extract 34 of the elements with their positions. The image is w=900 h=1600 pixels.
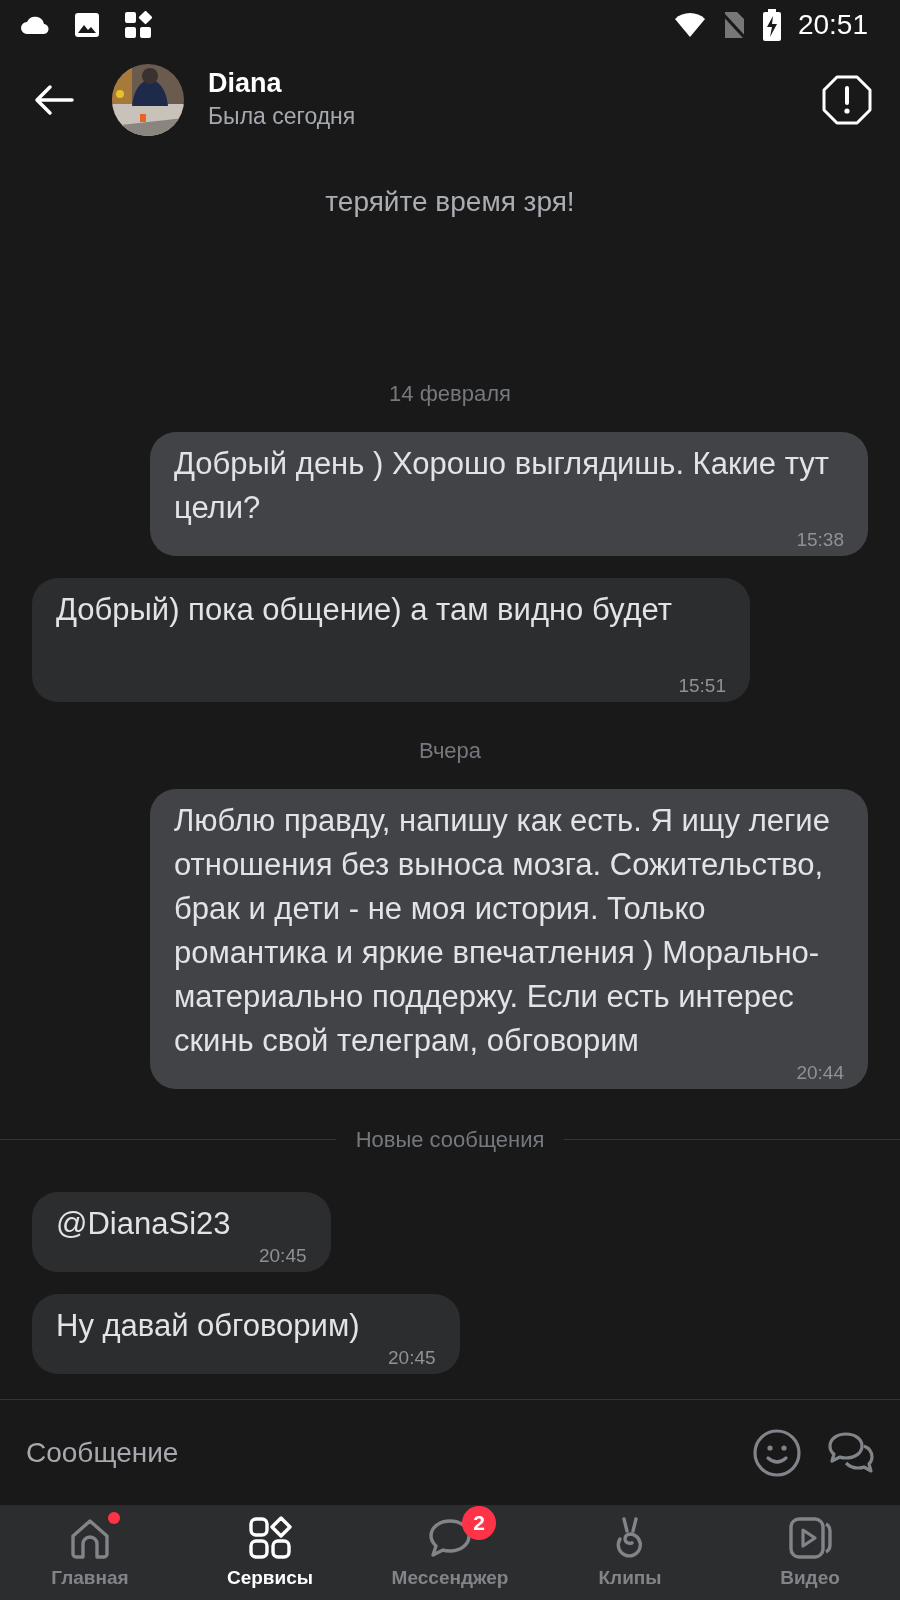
message-input[interactable]: Сообщение — [24, 1430, 728, 1475]
new-messages-divider: Новые сообщения — [0, 1122, 900, 1156]
message-text: Люблю правду, напишу как есть. Я ищу легие отношения без выноса мозга. Сожительство, брак и дети - не моя история. Только романтика и яркие впечатления ) Морально-материально поддержу. Если есть интерес скинь свой телеграм, обговорим — [174, 801, 831, 1060]
message-time: 15:51 — [678, 675, 726, 696]
wifi-icon — [673, 12, 706, 38]
report-icon[interactable] — [822, 75, 872, 125]
message-text: Ну давай обговорим) — [56, 1306, 361, 1345]
nav-tab[interactable]: Видео — [720, 1505, 900, 1600]
nav-tab[interactable]: Сервисы — [180, 1505, 360, 1600]
system-notice: теряйте время зря! — [324, 185, 576, 219]
smiley-icon[interactable] — [752, 1427, 802, 1478]
unread-count-badge: 2 — [462, 1505, 496, 1540]
cloud-icon — [20, 14, 50, 36]
nav-tab[interactable]: Главная — [0, 1505, 180, 1600]
services-icon — [248, 1515, 292, 1560]
message-time: 20:45 — [388, 1347, 436, 1368]
date-separator: 14 февраля — [388, 379, 512, 408]
clock-time: 20:51 — [797, 8, 868, 42]
apps-icon — [124, 11, 152, 39]
message-text: @DianaSi23 — [56, 1204, 232, 1243]
video-icon — [788, 1515, 832, 1560]
message-time: 20:44 — [796, 1062, 844, 1083]
message-time: 15:38 — [796, 529, 844, 550]
date-separator: Вчера — [417, 736, 483, 765]
image-icon — [74, 12, 100, 38]
battery-icon — [761, 9, 782, 41]
message-text: Добрый день ) Хорошо выглядишь. Какие тут цели? — [174, 444, 830, 527]
last-seen-status: Была сегодня — [208, 101, 356, 131]
nav-tab[interactable]: Клипы — [540, 1505, 720, 1600]
message-time: 20:45 — [258, 1245, 307, 1266]
back-arrow-icon[interactable] — [34, 84, 74, 116]
message-text: Добрый) пока общение) а там видно будет — [56, 590, 673, 629]
contact-name: Diana — [208, 66, 283, 99]
nav-tab[interactable]: 2 Мессенджер — [360, 1505, 540, 1600]
